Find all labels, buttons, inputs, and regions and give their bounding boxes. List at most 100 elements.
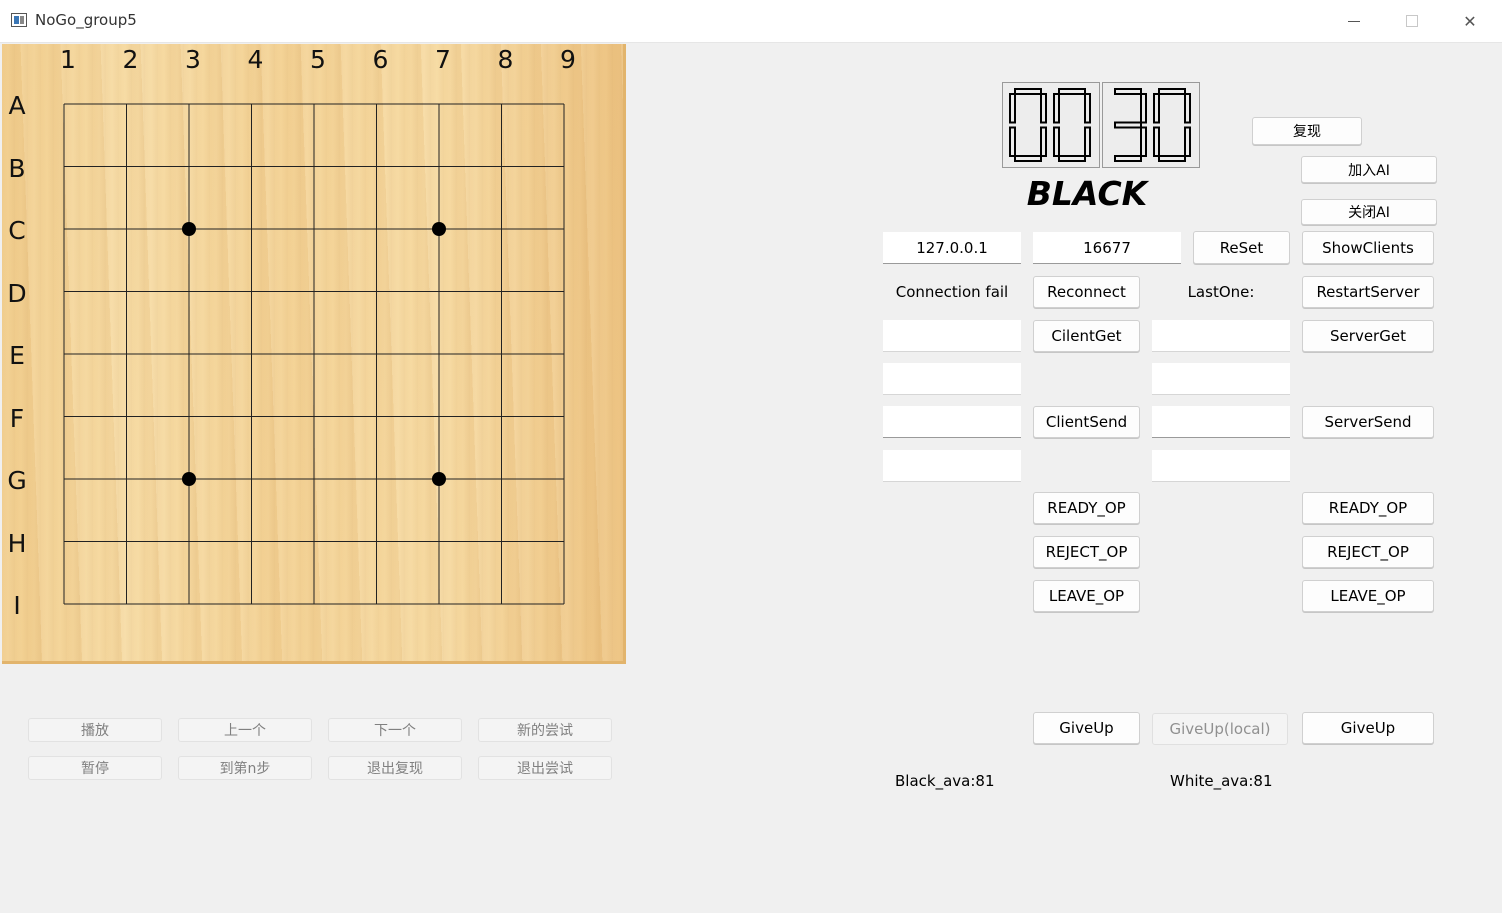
maximize-icon[interactable] (1384, 0, 1440, 42)
previous-step-button[interactable]: 上一个 (178, 718, 312, 742)
column-label: 3 (185, 45, 201, 74)
app-icon (11, 13, 27, 27)
play-button[interactable]: 播放 (28, 718, 162, 742)
timer-segment (1084, 93, 1091, 124)
timer-segment (1014, 88, 1042, 95)
server-get-field[interactable] (1152, 320, 1290, 352)
restart-server-button[interactable]: RestartServer (1302, 276, 1434, 308)
ip-address-field[interactable]: 127.0.0.1 (883, 232, 1021, 264)
server-send-field-2[interactable] (1152, 450, 1290, 482)
row-label: A (8, 91, 26, 120)
timer-seconds-digits (1114, 88, 1191, 162)
current-turn-label: BLACK (1026, 174, 1148, 213)
timer-segment (1114, 121, 1142, 129)
client-giveup-button[interactable]: GiveUp (1033, 712, 1140, 744)
server-send-field[interactable] (1152, 406, 1290, 438)
title-bar: NoGo_group5 ✕ (0, 0, 1502, 43)
server-get-field-2[interactable] (1152, 363, 1290, 395)
timer-segment (1009, 93, 1016, 124)
client-ready-button[interactable]: READY_OP (1033, 492, 1140, 524)
close-icon[interactable]: ✕ (1442, 0, 1498, 42)
connection-status: Connection fail (895, 283, 1009, 301)
replay-button[interactable]: 复现 (1252, 117, 1362, 145)
row-label: G (7, 466, 27, 495)
timer-minutes-digits (1009, 88, 1091, 162)
exit-try-button[interactable]: 退出尝试 (478, 756, 612, 780)
client-get-button[interactable]: CilentGet (1033, 320, 1140, 352)
column-label: 2 (122, 45, 139, 74)
last-one-label: LastOne: (1187, 283, 1255, 301)
column-label: 9 (560, 45, 576, 74)
timer-segment (1140, 126, 1147, 157)
server-leave-button[interactable]: LEAVE_OP (1302, 580, 1434, 612)
timer-segment (1184, 93, 1191, 124)
port-field[interactable]: 16677 (1033, 232, 1181, 264)
timer-segment (1140, 93, 1147, 124)
timer-segment (1053, 93, 1060, 124)
row-label: I (13, 591, 21, 620)
next-step-button[interactable]: 下一个 (328, 718, 462, 742)
client-send-button[interactable]: ClientSend (1033, 406, 1140, 438)
row-label: F (9, 403, 25, 433)
row-label: C (8, 216, 26, 245)
timer-segment (1153, 93, 1160, 124)
column-label: 1 (60, 45, 76, 74)
board-grid[interactable] (2, 44, 626, 664)
reconnect-button[interactable]: Reconnect (1033, 276, 1140, 308)
timer-segment (1184, 126, 1191, 157)
row-label: E (9, 341, 25, 370)
join-ai-button[interactable]: 加入AI (1301, 156, 1437, 183)
star-point (182, 472, 196, 486)
row-label: H (7, 528, 27, 558)
star-point (432, 222, 446, 236)
column-label: 6 (372, 45, 389, 74)
star-point (182, 222, 196, 236)
giveup-local-button[interactable]: GiveUp(local) (1152, 713, 1288, 745)
server-send-button[interactable]: ServerSend (1302, 406, 1434, 438)
server-giveup-button[interactable]: GiveUp (1302, 712, 1434, 744)
exit-replay-button[interactable]: 退出复现 (328, 756, 462, 780)
row-label: B (8, 153, 26, 183)
timer-segment (1040, 93, 1047, 124)
timer-segment (1014, 155, 1042, 162)
client-get-field-2[interactable] (883, 363, 1021, 395)
column-label: 4 (247, 45, 264, 74)
client-leave-button[interactable]: LEAVE_OP (1033, 580, 1140, 612)
close-ai-button[interactable]: 关闭AI (1301, 199, 1437, 225)
window-title: NoGo_group5 (35, 11, 137, 29)
timer-segment (1009, 126, 1016, 157)
pause-button[interactable]: 暂停 (28, 756, 162, 780)
black-available-count: Black_ava:81 (895, 772, 995, 790)
timer-segment (1153, 126, 1160, 157)
new-try-button[interactable]: 新的尝试 (478, 718, 612, 742)
client-send-field-2[interactable] (883, 450, 1021, 482)
timer-segment (1158, 155, 1186, 162)
minimize-icon[interactable] (1326, 0, 1382, 42)
timer-segment (1058, 88, 1086, 95)
column-label: 5 (310, 45, 326, 74)
countdown-timer (1002, 82, 1202, 170)
timer-segment (1084, 126, 1091, 157)
timer-segment (1040, 126, 1047, 157)
show-clients-button[interactable]: ShowClients (1302, 231, 1434, 264)
go-board[interactable]: 1 2 3 4 5 6 7 8 9 A B C D E F G H I (2, 44, 626, 664)
column-label: 7 (435, 45, 451, 74)
timer-seconds (1102, 82, 1200, 168)
server-ready-button[interactable]: READY_OP (1302, 492, 1434, 524)
client-send-field[interactable] (883, 406, 1021, 438)
column-label: 8 (497, 45, 514, 74)
timer-segment (1114, 155, 1142, 162)
timer-segment (1058, 155, 1086, 162)
timer-segment (1114, 88, 1142, 95)
goto-step-button[interactable]: 到第n步 (178, 756, 312, 780)
client-get-field[interactable] (883, 320, 1021, 352)
white-available-count: White_ava:81 (1170, 772, 1273, 790)
reset-button[interactable]: ReSet (1193, 231, 1290, 264)
timer-minutes (1002, 82, 1100, 168)
timer-segment (1053, 126, 1060, 157)
timer-segment (1158, 88, 1186, 95)
client-reject-button[interactable]: REJECT_OP (1033, 536, 1140, 568)
server-get-button[interactable]: ServerGet (1302, 320, 1434, 352)
server-reject-button[interactable]: REJECT_OP (1302, 536, 1434, 568)
row-label: D (7, 278, 27, 308)
